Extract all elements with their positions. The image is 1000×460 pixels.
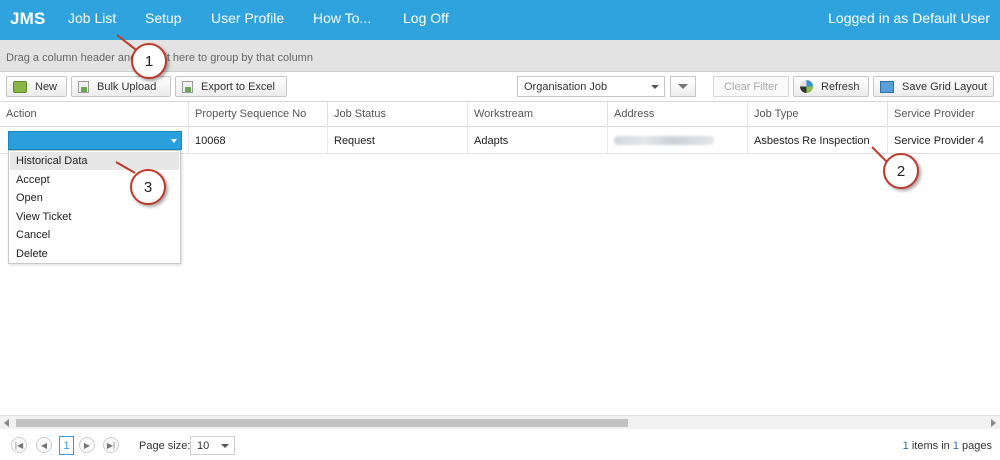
action-option-delete[interactable]: Delete — [10, 245, 179, 263]
refresh-icon — [800, 80, 813, 93]
nav-setup[interactable]: Setup — [145, 10, 182, 26]
save-layout-label: Save Grid Layout — [902, 80, 987, 93]
cell-service-provider: Service Provider 4 — [887, 127, 1000, 154]
last-page-icon[interactable]: ▶| — [103, 437, 119, 453]
nav-how-to[interactable]: How To... — [313, 10, 371, 26]
cell-job-status: Request — [327, 127, 467, 154]
grid-header: Action Property Sequence No Job Status W… — [0, 102, 1000, 127]
column-header-service-provider[interactable]: Service Provider — [887, 102, 1000, 127]
new-button[interactable]: New — [6, 76, 67, 97]
column-header-workstream[interactable]: Workstream — [467, 102, 607, 127]
column-header-action[interactable]: Action — [0, 102, 188, 127]
next-page-icon[interactable]: ▶ — [79, 437, 95, 453]
export-excel-label: Export to Excel — [201, 80, 275, 93]
pager-item-count: 1 — [902, 440, 909, 452]
refresh-button[interactable]: Refresh — [793, 76, 869, 97]
scroll-right-icon[interactable] — [991, 419, 996, 427]
save-icon — [880, 80, 894, 93]
column-header-job-type[interactable]: Job Type — [747, 102, 887, 127]
excel-file-icon — [78, 80, 89, 93]
action-option-cancel[interactable]: Cancel — [10, 226, 179, 244]
scroll-left-icon[interactable] — [4, 419, 9, 427]
filter-button[interactable] — [670, 76, 696, 97]
pager-info-tail: pages — [962, 440, 992, 452]
pager: |◀ ◀ 1 ▶ ▶| Page size: 10 1 items in 1 p… — [0, 429, 1000, 460]
scrollbar-thumb[interactable] — [16, 419, 628, 427]
cell-job-type: Asbestos Re Inspection — [747, 127, 887, 154]
page-size-select[interactable]: 10 — [190, 436, 235, 455]
filter-icon — [678, 84, 688, 89]
page-size-label: Page size: — [139, 440, 191, 452]
bulk-upload-label: Bulk Upload — [97, 80, 157, 93]
first-page-icon[interactable]: |◀ — [11, 437, 27, 453]
grid-view-select[interactable]: Organisation Job — [517, 76, 665, 97]
pager-info: 1 items in 1 pages — [903, 440, 992, 452]
export-excel-button[interactable]: Export to Excel — [175, 76, 287, 97]
column-header-job-status[interactable]: Job Status — [327, 102, 467, 127]
top-nav-bar: JMS Job List Setup User Profile How To..… — [0, 0, 1000, 40]
logged-in-user: Logged in as Default User — [828, 10, 990, 26]
nav-job-list[interactable]: Job List — [68, 10, 116, 26]
current-page[interactable]: 1 — [59, 436, 74, 455]
action-dropdown-list: Historical Data Accept Open View Ticket … — [8, 150, 181, 264]
new-icon — [13, 80, 27, 93]
action-select[interactable] — [8, 131, 182, 150]
clear-filter-button[interactable]: Clear Filter — [713, 76, 789, 97]
redacted-address — [614, 136, 714, 145]
bulk-upload-button[interactable]: Bulk Upload — [71, 76, 171, 97]
nav-user-profile[interactable]: User Profile — [211, 10, 284, 26]
refresh-label: Refresh — [821, 80, 860, 93]
page-size-value: 10 — [197, 440, 210, 452]
nav-log-off[interactable]: Log Off — [403, 10, 449, 26]
cell-property-seq: 10068 — [188, 127, 327, 154]
grid-view-value: Organisation Job — [524, 81, 608, 93]
excel-file-icon — [182, 80, 193, 93]
chevron-down-icon — [651, 85, 659, 89]
callout-2: 2 — [883, 153, 919, 189]
column-header-property-seq[interactable]: Property Sequence No — [188, 102, 327, 127]
callout-3: 3 — [130, 169, 166, 205]
horizontal-scrollbar[interactable] — [0, 415, 1000, 429]
action-option-historical-data[interactable]: Historical Data — [10, 152, 179, 170]
app-brand[interactable]: JMS — [10, 9, 46, 29]
pager-page-count: 1 — [952, 440, 959, 452]
cell-address — [607, 127, 747, 154]
new-button-label: New — [35, 80, 58, 93]
save-grid-layout-button[interactable]: Save Grid Layout — [873, 76, 994, 97]
callout-1: 1 — [131, 43, 167, 79]
action-option-view-ticket[interactable]: View Ticket — [10, 208, 179, 226]
prev-page-icon[interactable]: ◀ — [36, 437, 52, 453]
cell-workstream: Adapts — [467, 127, 607, 154]
chevron-down-icon — [171, 139, 177, 143]
chevron-down-icon — [221, 444, 229, 448]
column-header-address[interactable]: Address — [607, 102, 747, 127]
pager-info-mid: items in — [911, 440, 950, 452]
